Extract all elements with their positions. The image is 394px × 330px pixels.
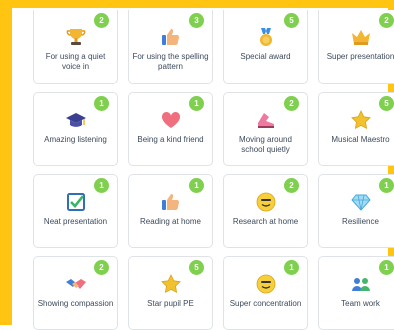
award-label: Super concentration: [227, 299, 305, 309]
award-label: For using the spelling pattern: [132, 52, 210, 72]
award-card[interactable]: 5 Star pupil PE: [128, 256, 213, 330]
count-badge: 2: [94, 260, 109, 275]
diamond-icon: [350, 191, 372, 213]
award-label: Musical Maestro: [322, 135, 394, 145]
count-badge: 5: [284, 13, 299, 28]
award-card[interactable]: 5 Special award: [223, 10, 308, 84]
count-badge: 1: [94, 96, 109, 111]
count-badge: 2: [94, 13, 109, 28]
checkbox-icon: [65, 191, 87, 213]
award-label: Neat presentation: [37, 217, 115, 227]
count-badge: 1: [189, 178, 204, 193]
count-badge: 1: [379, 260, 394, 275]
count-badge: 2: [379, 13, 394, 28]
award-label: For using a quiet voice in: [37, 52, 115, 72]
graduation-cap-icon: [65, 109, 87, 131]
count-badge: 1: [94, 178, 109, 193]
count-badge: 3: [189, 13, 204, 28]
count-badge: 1: [189, 96, 204, 111]
award-card[interactable]: 2 Research at home: [223, 174, 308, 248]
count-badge: 1: [284, 260, 299, 275]
count-badge: 5: [379, 96, 394, 111]
trophy-icon: [65, 26, 87, 48]
award-card[interactable]: 1 Reading at home: [128, 174, 213, 248]
smiley-icon: [255, 273, 277, 295]
star-icon: [160, 273, 182, 295]
handshake-icon: [65, 273, 87, 295]
award-card[interactable]: 1 Neat presentation: [33, 174, 118, 248]
award-label: Special award: [227, 52, 305, 62]
award-card[interactable]: 1 Being a kind friend: [128, 92, 213, 166]
award-card[interactable]: 2 Super presentation: [318, 10, 394, 84]
count-badge: 2: [284, 178, 299, 193]
awards-panel: 2 For using a quiet voice in 3 For using th…: [12, 8, 388, 325]
team-icon: [350, 273, 372, 295]
count-badge: 5: [189, 260, 204, 275]
thumbs-up-icon: [160, 191, 182, 213]
count-badge: 2: [284, 96, 299, 111]
award-label: Super presentation: [322, 52, 394, 62]
award-card[interactable]: 1 Team work: [318, 256, 394, 330]
shoe-icon: [255, 109, 277, 131]
yellow-frame-top: [0, 0, 394, 8]
award-label: Reading at home: [132, 217, 210, 227]
award-label: Resilience: [322, 217, 394, 227]
award-card[interactable]: 1 Amazing listening: [33, 92, 118, 166]
thumbs-up-icon: [160, 26, 182, 48]
award-card[interactable]: 2 For using a quiet voice in: [33, 10, 118, 84]
award-card[interactable]: 2 Showing compassion: [33, 256, 118, 330]
award-label: Moving around school quietly: [227, 135, 305, 155]
award-card[interactable]: 5 Musical Maestro: [318, 92, 394, 166]
crown-icon: [350, 26, 372, 48]
star-icon: [350, 109, 372, 131]
award-label: Amazing listening: [37, 135, 115, 145]
award-label: Research at home: [227, 217, 305, 227]
award-card[interactable]: 1 Resilience: [318, 174, 394, 248]
award-grid: 2 For using a quiet voice in 3 For using th…: [33, 10, 394, 330]
award-label: Showing compassion: [37, 299, 115, 309]
award-label: Being a kind friend: [132, 135, 210, 145]
yellow-frame-left: [0, 0, 12, 325]
award-card[interactable]: 1 Super concentration: [223, 256, 308, 330]
smiley-icon: [255, 191, 277, 213]
award-label: Star pupil PE: [132, 299, 210, 309]
count-badge: 1: [379, 178, 394, 193]
award-card[interactable]: 2 Moving around school quietly: [223, 92, 308, 166]
medal-icon: [255, 26, 277, 48]
award-card[interactable]: 3 For using the spelling pattern: [128, 10, 213, 84]
award-label: Team work: [322, 299, 394, 309]
heart-icon: [160, 109, 182, 131]
